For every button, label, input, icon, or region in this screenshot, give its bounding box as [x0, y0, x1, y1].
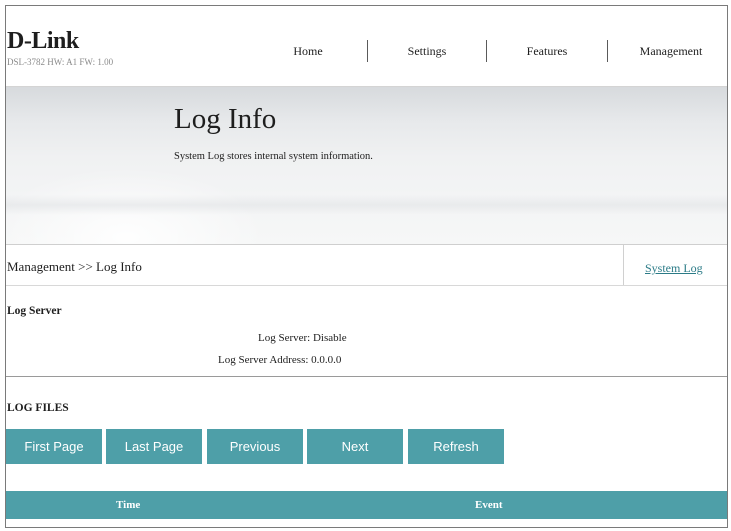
column-event: Event — [475, 499, 503, 511]
dlink-logo[interactable]: D-Link — [7, 29, 79, 53]
nav-features[interactable]: Features — [507, 41, 587, 61]
nav-divider — [486, 40, 487, 62]
nav-divider — [607, 40, 608, 62]
last-page-button[interactable]: Last Page — [106, 429, 202, 464]
page-description: System Log stores internal system inform… — [174, 151, 373, 162]
nav-home[interactable]: Home — [268, 41, 348, 61]
column-time: Time — [116, 499, 141, 511]
banner-decoration — [6, 195, 727, 215]
page-title: Log Info — [174, 103, 277, 135]
section-divider — [6, 376, 727, 377]
app-window: D-Link DSL-3782 HW: A1 FW: 1.00 Home Set… — [5, 5, 728, 528]
log-files-heading: LOG FILES — [7, 402, 69, 414]
nav-management[interactable]: Management — [626, 41, 716, 61]
first-page-button[interactable]: First Page — [6, 429, 102, 464]
firmware-info: DSL-3782 HW: A1 FW: 1.00 — [7, 57, 114, 67]
log-server-address: Log Server Address: 0.0.0.0 — [218, 354, 342, 366]
nav-settings[interactable]: Settings — [387, 41, 467, 61]
previous-button[interactable]: Previous — [207, 429, 303, 464]
next-button[interactable]: Next — [307, 429, 403, 464]
breadcrumb: Management >> Log Info — [7, 259, 142, 274]
nav-divider — [367, 40, 368, 62]
log-server-status: Log Server: Disable — [258, 332, 347, 344]
page-banner — [6, 87, 727, 245]
log-table-header — [6, 491, 727, 519]
log-server-heading: Log Server — [7, 305, 62, 317]
system-log-link[interactable]: System Log — [645, 261, 703, 276]
refresh-button[interactable]: Refresh — [408, 429, 504, 464]
